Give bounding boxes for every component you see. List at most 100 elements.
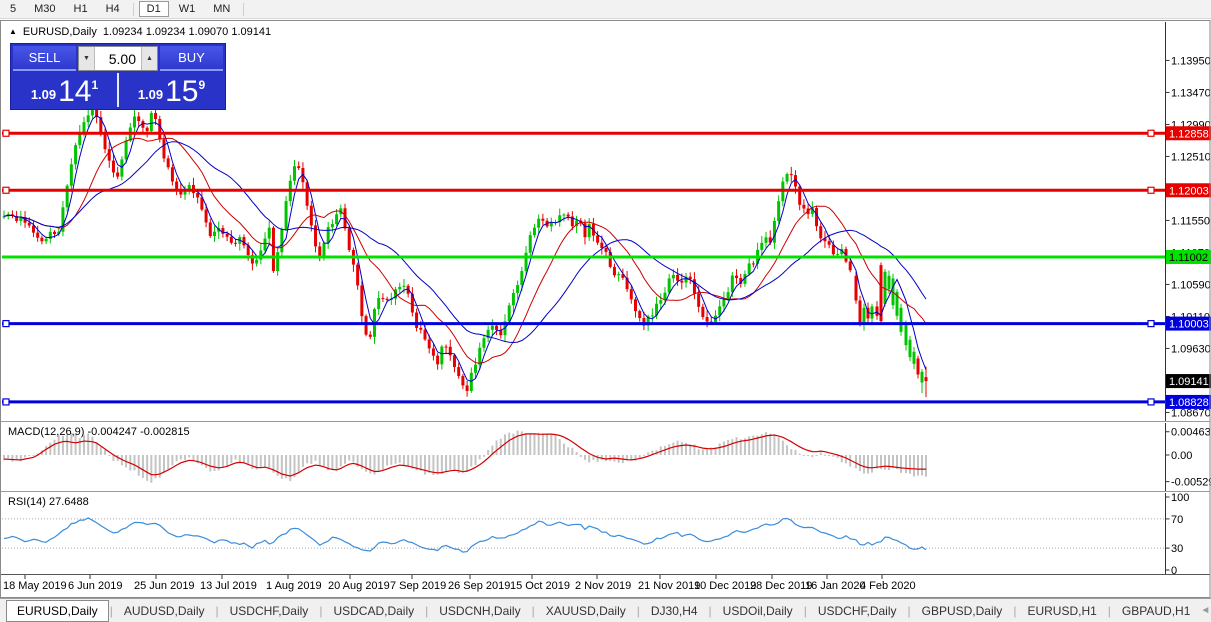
date-axis-label: 25 Jun 2019 — [134, 580, 195, 592]
price-axis-label: 1.09630 — [1171, 343, 1211, 355]
chart-tab-EURUSD-H1[interactable]: EURUSD,H1 — [1017, 601, 1106, 621]
sell-button[interactable]: SELL — [13, 46, 76, 71]
macd-axis-label: -0.005299 — [1171, 477, 1211, 489]
price-divider — [117, 73, 119, 107]
rsi-axis-label: 100 — [1171, 492, 1189, 504]
line-handle[interactable] — [2, 129, 10, 137]
price-badge-label: 1.08828 — [1169, 397, 1209, 409]
chart-tab-GBPAUD-H1[interactable]: GBPAUD,H1 — [1112, 601, 1200, 621]
toolbar-separator — [243, 2, 245, 16]
chart-header: ▲ EURUSD,Daily 1.09234 1.09234 1.09070 1… — [9, 26, 271, 38]
date-axis-label: 20 Aug 2019 — [328, 580, 390, 592]
date-axis-label: 10 Dec 2019 — [694, 580, 756, 592]
line-handle[interactable] — [1147, 320, 1155, 328]
price-axis-label: 1.10590 — [1171, 279, 1211, 291]
price-badge-label: 1.12003 — [1169, 185, 1209, 197]
timeframe-button-W1[interactable]: W1 — [171, 1, 204, 17]
date-axis-label: 18 May 2019 — [3, 580, 67, 592]
timeframe-button-M30[interactable]: M30 — [26, 1, 63, 17]
date-axis-label: 6 Jun 2019 — [68, 580, 122, 592]
tab-separator: | — [425, 603, 429, 618]
date-axis-label: 28 Dec 2019 — [750, 580, 812, 592]
date-axis-label: 13 Jul 2019 — [200, 580, 257, 592]
chart-tab-USDCAD-Daily[interactable]: USDCAD,Daily — [323, 601, 424, 621]
rsi-axis-label: 70 — [1171, 514, 1183, 526]
chart-tab-USDCNH-Daily[interactable]: USDCNH,Daily — [429, 601, 530, 621]
date-axis-label: 4 Feb 2020 — [860, 580, 916, 592]
price-axis-label: 1.13950 — [1171, 55, 1211, 67]
line-handle[interactable] — [2, 398, 10, 406]
volume-input[interactable]: 5.00 — [95, 47, 141, 70]
price-axis-label: 1.11550 — [1171, 215, 1210, 227]
price-axis-label: 1.12510 — [1171, 151, 1211, 163]
chart-tab-EURUSD-Daily[interactable]: EURUSD,Daily — [6, 599, 109, 622]
sell-price-sup: 1 — [91, 78, 99, 92]
line-handle[interactable] — [2, 320, 10, 328]
line-handle[interactable] — [1147, 398, 1155, 406]
chart-tab-AUDUSD-Daily[interactable]: AUDUSD,Daily — [114, 601, 215, 621]
tab-separator: | — [708, 603, 712, 618]
chart-tab-XAUUSD-Daily[interactable]: XAUUSD,Daily — [536, 601, 636, 621]
date-axis-label: 2 Nov 2019 — [575, 580, 631, 592]
buy-price-sup: 9 — [198, 78, 206, 92]
tab-separator: | — [531, 603, 535, 618]
buy-price-big: 15 — [165, 75, 199, 108]
tab-separator: | — [1013, 603, 1017, 618]
one-click-trading-panel: SELL ▼ 5.00 ▲ BUY 1.09 14 1 1.09 15 9 — [10, 43, 226, 110]
date-axis-label: 7 Sep 2019 — [390, 580, 446, 592]
price-badge-label: 1.10003 — [1169, 319, 1209, 331]
chart-tab-GBPUSD-Daily[interactable]: GBPUSD,Daily — [912, 601, 1013, 621]
price-axis-label: 1.13470 — [1171, 87, 1211, 99]
timeframe-toolbar: 5 M30 H1 H4 D1 W1 MN — [0, 0, 1211, 19]
spin-up-icon: ▲ — [146, 55, 153, 62]
date-axis-label: 16 Jan 2020 — [805, 580, 866, 592]
date-axis-label: 26 Sep 2019 — [448, 580, 510, 592]
timeframe-button-MN[interactable]: MN — [205, 1, 238, 17]
timeframe-button-H1[interactable]: H1 — [66, 1, 96, 17]
tab-separator: | — [215, 603, 219, 618]
symbol-period-label: EURUSD,Daily — [22, 26, 97, 38]
price-badge-label: 1.11002 — [1169, 252, 1208, 264]
spin-down-icon: ▼ — [83, 55, 90, 62]
chart-tab-USDCHF-Daily[interactable]: USDCHF,Daily — [808, 601, 907, 621]
rsi-indicator-label: RSI(14) 27.6488 — [8, 496, 89, 508]
chart-tab-USDCHF-Daily[interactable]: USDCHF,Daily — [220, 601, 319, 621]
tab-separator: | — [1107, 603, 1111, 618]
sell-price-display[interactable]: 1.09 14 1 — [13, 73, 116, 107]
macd-axis-label: 0.00463 — [1171, 427, 1211, 439]
rsi-axis-label: 30 — [1171, 543, 1183, 555]
tab-scroll-controls: ◄► — [1200, 605, 1211, 616]
tab-separator: | — [907, 603, 911, 618]
price-badge-label: 1.12858 — [1169, 128, 1209, 140]
line-handle[interactable] — [2, 186, 10, 194]
tabs-scroll-left-icon[interactable]: ◄ — [1200, 605, 1210, 616]
price-axis-label: 1.08670 — [1171, 407, 1211, 419]
line-handle[interactable] — [1147, 129, 1155, 137]
ohlc-values: 1.09234 1.09234 1.09070 1.09141 — [102, 26, 272, 38]
collapse-triangle-icon[interactable]: ▲ — [9, 28, 17, 36]
volume-increase-button[interactable]: ▲ — [141, 47, 157, 70]
chart-tab-bar: EURUSD,Daily | AUDUSD,Daily | USDCHF,Daily | U… — [0, 598, 1211, 622]
macd-axis-label: 0.00 — [1171, 450, 1192, 462]
date-axis-label: 21 Nov 2019 — [638, 580, 700, 592]
date-axis-label: 15 Oct 2019 — [510, 580, 570, 592]
tab-separator: | — [109, 603, 113, 618]
volume-spinner: ▼ 5.00 ▲ — [78, 46, 158, 71]
timeframe-button-H4[interactable]: H4 — [98, 1, 128, 17]
date-axis-label: 1 Aug 2019 — [266, 580, 322, 592]
chart-tab-DJ30-H4[interactable]: DJ30,H4 — [641, 601, 708, 621]
volume-decrease-button[interactable]: ▼ — [79, 47, 95, 70]
sell-price-prefix: 1.09 — [30, 87, 57, 102]
rsi-axis-label: 0 — [1171, 565, 1177, 577]
tab-separator: | — [319, 603, 323, 618]
timeframe-button-5[interactable]: 5 — [2, 1, 24, 17]
chart-tab-USDOil-Daily[interactable]: USDOil,Daily — [713, 601, 803, 621]
buy-button[interactable]: BUY — [160, 46, 223, 71]
timeframe-button-D1[interactable]: D1 — [138, 1, 169, 17]
tab-separator: | — [803, 603, 807, 618]
toolbar-separator — [132, 2, 134, 16]
sell-price-big: 14 — [58, 75, 92, 108]
macd-indicator-label: MACD(12,26,9) -0.004247 -0.002815 — [8, 426, 190, 438]
buy-price-display[interactable]: 1.09 15 9 — [120, 73, 223, 107]
line-handle[interactable] — [1147, 186, 1155, 194]
